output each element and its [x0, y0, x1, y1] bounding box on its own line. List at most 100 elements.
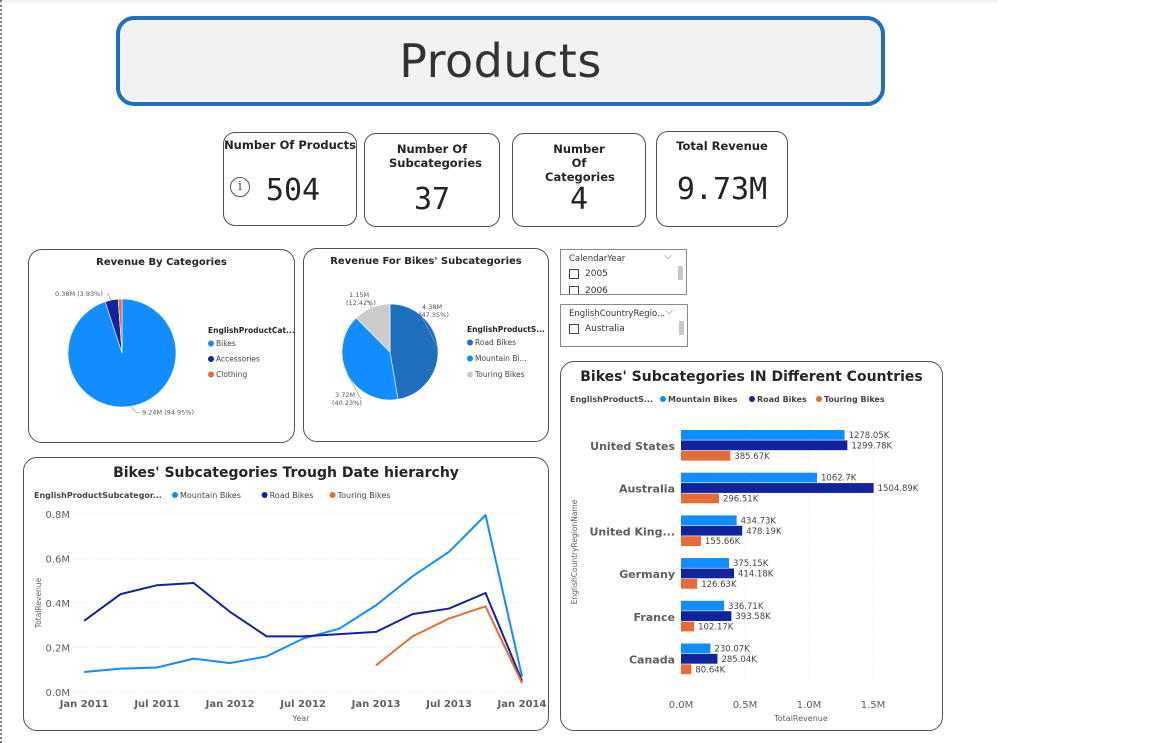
- legend-title: EnglishProductCat...: [208, 326, 295, 335]
- data-label: (47.35%): [419, 311, 449, 319]
- kpi-label-subcategories: Number Of Subcategories: [389, 142, 482, 170]
- bar-road-bikes: [681, 525, 743, 536]
- bikes-countries-panel[interactable]: Bikes' Subcategories IN Different Countr…: [560, 361, 943, 731]
- bar-road-bikes: [681, 440, 848, 451]
- y-tick-label: 0.8M: [45, 510, 70, 521]
- x-axis-title: Year: [292, 714, 311, 723]
- data-label: 375.15K: [733, 559, 769, 569]
- data-label: (12.42%): [346, 299, 376, 307]
- bar-road-bikes: [681, 483, 874, 493]
- slicer-item[interactable]: Australia: [569, 324, 625, 334]
- legend-item: Touring Bikes: [474, 370, 525, 379]
- chevron-down-icon[interactable]: ⌵: [664, 251, 672, 262]
- scrollbar[interactable]: [678, 266, 683, 280]
- slicer-item[interactable]: 2006: [569, 286, 608, 294]
- kpi-card-revenue[interactable]: Total Revenue 9.73M: [656, 131, 788, 227]
- checkbox[interactable]: [569, 286, 579, 294]
- data-label: 393.58K: [735, 612, 771, 622]
- data-label: 4.38M: [422, 303, 442, 311]
- revenue-by-categories-pie: 9.24M (94.95%) 0.38M (3.93%) EnglishProduc…: [55, 290, 295, 416]
- kpi-card-categories[interactable]: Number Of Categories 4: [512, 133, 646, 227]
- bar-road-bikes: [681, 611, 732, 621]
- bikes-subcategories-revenue-panel[interactable]: Revenue For Bikes' Subcategories 4.38M (4…: [303, 248, 549, 442]
- kpi-value-products: 504: [265, 173, 321, 208]
- legend-marker: [261, 492, 268, 498]
- slicer-item[interactable]: 2005: [569, 269, 608, 279]
- legend-item: Mountain Bikes: [668, 395, 738, 404]
- x-tick-label: Jul 2012: [279, 699, 326, 710]
- data-label: 1062.7K: [821, 474, 857, 484]
- series-line-mountain-bikes: [84, 514, 523, 677]
- bar-mountain-bikes: [681, 515, 737, 526]
- kpi-value-categories: 4: [569, 182, 589, 217]
- legend-item: Touring Bikes: [824, 395, 885, 404]
- checkbox[interactable]: [569, 269, 579, 279]
- x-tick-label: 0.5M: [733, 700, 758, 711]
- kpi-label-categories: Number Of Categories: [545, 142, 615, 184]
- legend-marker: [467, 339, 473, 346]
- data-label: 285.04K: [721, 655, 757, 665]
- legend-item: Bikes: [216, 339, 236, 348]
- leader-line: [106, 293, 112, 301]
- data-label: 385.67K: [734, 452, 770, 462]
- bikes-subcategories-pie: 4.38M(47.35%) 3.72M(40.23%) 1.15M(12.42%) E…: [332, 291, 545, 407]
- data-label: 414.18K: [738, 570, 774, 580]
- bikes-subcategories-date-panel[interactable]: Bikes' Subcategories Trough Date hierarc…: [23, 457, 549, 731]
- series-line-touring-bikes: [375, 605, 523, 684]
- left-dotted-border: [0, 0, 3, 743]
- legend-item: Road Bikes: [757, 395, 807, 404]
- data-label: 296.51K: [723, 495, 759, 505]
- page-title-banner: Products: [116, 16, 885, 106]
- slicer-header: EnglishCountryRegio...: [569, 309, 666, 319]
- scrollbar[interactable]: [679, 321, 684, 335]
- legend-marker: [660, 396, 666, 402]
- chevron-down-icon[interactable]: ⌵: [665, 306, 673, 317]
- legend-marker: [329, 492, 336, 498]
- legend-marker: [208, 356, 214, 362]
- legend-marker: [172, 492, 178, 498]
- bar-touring-bikes: [681, 621, 695, 632]
- category-label: United States: [590, 440, 675, 453]
- kpi-card-products[interactable]: Number Of Products i 504: [223, 132, 357, 226]
- slicer-item-label: 2005: [585, 269, 608, 279]
- category-label: United King...: [590, 525, 676, 538]
- checkbox[interactable]: [569, 324, 579, 334]
- legend-title: EnglishProductS...: [570, 395, 653, 404]
- legend-item: Road Bikes: [270, 491, 314, 500]
- legend-marker: [208, 371, 214, 378]
- bar-mountain-bikes: [681, 558, 730, 568]
- legend-item: Road Bikes: [475, 338, 516, 347]
- y-tick-label: 0.6M: [45, 555, 70, 566]
- legend-item: Clothing: [216, 370, 247, 379]
- bar-mountain-bikes: [681, 643, 711, 654]
- x-tick-label: 1.0M: [797, 700, 822, 711]
- x-tick-label: 1.5M: [861, 700, 886, 711]
- legend-marker: [816, 396, 822, 402]
- country-region-slicer[interactable]: EnglishCountryRegio... ⌵ Australia: [560, 304, 688, 347]
- x-tick-label: Jul 2011: [133, 699, 180, 710]
- data-label: 80.64K: [695, 665, 725, 675]
- x-tick-label: Jul 2013: [425, 699, 472, 710]
- x-tick-label: Jan 2012: [205, 699, 255, 710]
- data-label: 3.72M: [335, 391, 355, 399]
- bikes-subcategories-line-chart: EnglishProductSubcategor... Mountain Bike…: [34, 491, 546, 723]
- kpi-label-products: Number Of Products: [224, 138, 356, 152]
- legend-marker: [467, 371, 473, 378]
- revenue-by-categories-panel[interactable]: Revenue By Categories 9.24M (94.95%) 0.38…: [28, 249, 295, 443]
- legend-item: Touring Bikes: [337, 491, 391, 500]
- legend-title: EnglishProductS...: [467, 325, 545, 334]
- x-tick-label: Jan 2013: [351, 699, 401, 710]
- leader-line: [130, 406, 140, 413]
- bar-mountain-bikes: [681, 600, 725, 611]
- data-label: 9.24M (94.95%): [142, 408, 194, 416]
- kpi-value-subcategories: 37: [413, 182, 451, 217]
- x-tick-label: 0.0M: [669, 700, 694, 711]
- bar-mountain-bikes: [681, 472, 818, 483]
- y-tick-label: 0.0M: [45, 688, 70, 699]
- y-tick-label: 0.2M: [45, 644, 70, 655]
- category-label: France: [634, 611, 675, 624]
- data-label: 230.07K: [714, 645, 750, 655]
- data-label: 1299.78K: [851, 441, 892, 451]
- calendar-year-slicer[interactable]: CalendarYear ⌵ 2005 2006: [560, 249, 687, 295]
- kpi-card-subcategories[interactable]: Number Of Subcategories 37: [364, 133, 500, 227]
